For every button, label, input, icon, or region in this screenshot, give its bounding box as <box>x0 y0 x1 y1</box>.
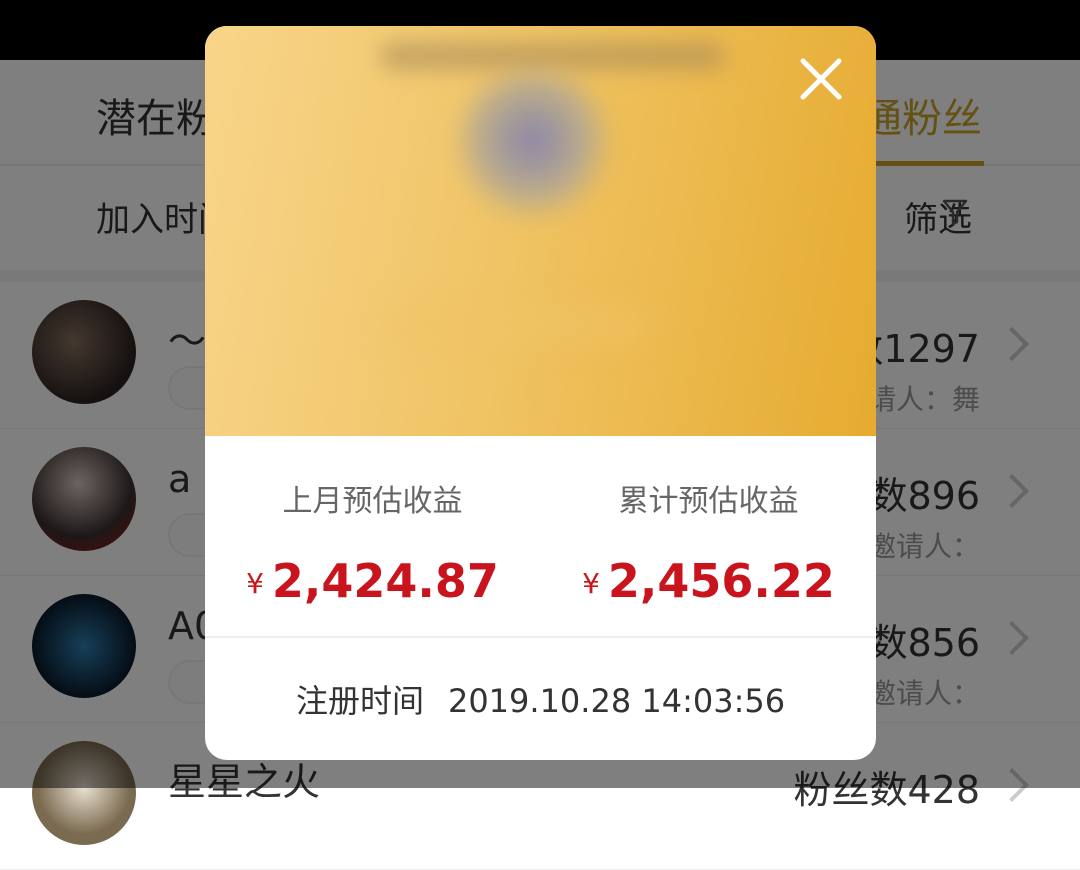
earnings-modal: 上月预估收益 ¥2,424.87 累计预估收益 ¥2,456.22 注册时间 20… <box>205 26 876 760</box>
currency-symbol: ¥ <box>582 567 600 600</box>
last-month-value-wrap: ¥2,424.87 <box>205 554 540 608</box>
register-time: 2019.10.28 14:03:56 <box>447 682 786 720</box>
close-icon[interactable] <box>798 56 844 102</box>
currency-symbol: ¥ <box>246 567 264 600</box>
last-month-value: 2,424.87 <box>271 554 499 608</box>
blurred-avatar <box>455 66 610 221</box>
register-time-row: 注册时间 2019.10.28 14:03:56 <box>205 676 876 722</box>
modal-header <box>205 26 876 436</box>
last-month-earnings: 上月预估收益 ¥2,424.87 <box>205 476 540 608</box>
divider <box>205 636 876 638</box>
last-month-label: 上月预估收益 <box>282 484 463 519</box>
total-label: 累计预估收益 <box>618 484 799 519</box>
total-value: 2,456.22 <box>607 554 835 608</box>
register-label: 注册时间 <box>295 682 424 720</box>
blurred-username <box>380 42 725 70</box>
blurred-text <box>395 306 645 346</box>
total-earnings: 累计预估收益 ¥2,456.22 <box>541 476 876 608</box>
total-value-wrap: ¥2,456.22 <box>541 554 876 608</box>
